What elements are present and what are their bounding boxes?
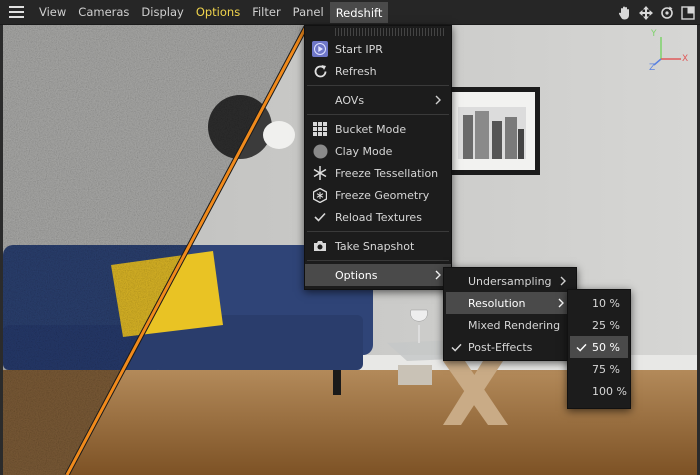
hexagon-snowflake-icon — [305, 187, 335, 203]
reload-textures-label: Reload Textures — [335, 210, 422, 224]
menu-redshift[interactable]: Redshift — [329, 2, 389, 23]
freeze-geometry-label: Freeze Geometry — [335, 188, 430, 202]
move-icon[interactable] — [638, 5, 654, 21]
start-ipr-item[interactable]: Start IPR — [305, 38, 451, 60]
aovs-item[interactable]: AOVs — [305, 89, 451, 111]
camera-icon — [305, 240, 335, 252]
checkmark-icon — [570, 343, 592, 352]
resolution-option-label: 25 % — [592, 318, 620, 332]
resolution-option-label: 75 % — [592, 362, 620, 376]
undersampling-item[interactable]: Undersampling — [444, 270, 576, 292]
options-item[interactable]: Options — [305, 264, 451, 286]
menu-display[interactable]: Display — [135, 0, 189, 25]
hand-icon[interactable] — [617, 5, 633, 21]
freeze-tessellation-item[interactable]: Freeze Tessellation — [305, 162, 451, 184]
take-snapshot-label: Take Snapshot — [335, 239, 415, 253]
mixed-rendering-item[interactable]: Mixed Rendering — [444, 314, 576, 336]
bucket-mode-item[interactable]: Bucket Mode — [305, 118, 451, 140]
start-ipr-label: Start IPR — [335, 42, 383, 56]
menu-view[interactable]: View — [33, 0, 72, 25]
axis-gizmo: Y X Z — [649, 29, 689, 74]
refresh-icon — [305, 64, 335, 79]
resolution-option-selected[interactable]: 50 % — [570, 336, 628, 358]
checkmark-icon — [305, 212, 335, 222]
grid-icon — [305, 122, 335, 136]
freeze-tessellation-label: Freeze Tessellation — [335, 166, 439, 180]
menu-filter[interactable]: Filter — [246, 0, 286, 25]
menu-separator — [307, 114, 449, 115]
hamburger-menu-icon[interactable] — [5, 0, 27, 25]
menu-separator — [307, 231, 449, 232]
resolution-option-label: 100 % — [592, 384, 627, 398]
resolution-option[interactable]: 75 % — [568, 358, 630, 380]
refresh-label: Refresh — [335, 64, 377, 78]
clay-mode-label: Clay Mode — [335, 144, 393, 158]
chevron-right-icon — [560, 276, 566, 286]
menu-separator — [307, 260, 449, 261]
menu-cameras[interactable]: Cameras — [72, 0, 135, 25]
menu-panel[interactable]: Panel — [287, 0, 330, 25]
checkmark-icon — [444, 343, 468, 352]
resolution-item[interactable]: Resolution — [446, 292, 574, 314]
post-effects-label: Post-Effects — [468, 340, 533, 354]
chevron-right-icon — [435, 95, 441, 105]
play-icon — [305, 41, 335, 57]
axis-y-label: Y — [651, 29, 657, 39]
post-effects-item[interactable]: Post-Effects — [444, 336, 576, 358]
axis-z-label: Z — [649, 63, 656, 73]
refresh-item[interactable]: Refresh — [305, 60, 451, 82]
mixed-rendering-label: Mixed Rendering — [468, 318, 561, 332]
freeze-geometry-item[interactable]: Freeze Geometry — [305, 184, 451, 206]
chevron-right-icon — [435, 270, 441, 280]
bucket-mode-label: Bucket Mode — [335, 122, 407, 136]
menu-separator — [307, 85, 449, 86]
rotate-icon[interactable] — [659, 5, 675, 21]
take-snapshot-item[interactable]: Take Snapshot — [305, 235, 451, 257]
reload-textures-item[interactable]: Reload Textures — [305, 206, 451, 228]
menu-grip[interactable] — [335, 28, 445, 36]
options-submenu: Undersampling Resolution Mixed Rendering… — [443, 267, 577, 361]
redshift-menu: Start IPR Refresh AOVs Bucket Mode Clay … — [304, 25, 452, 290]
resolution-option[interactable]: 25 % — [568, 314, 630, 336]
chevron-right-icon — [558, 298, 564, 308]
axis-x-label: X — [682, 54, 689, 64]
aovs-label: AOVs — [335, 93, 365, 107]
clay-mode-item[interactable]: Clay Mode — [305, 140, 451, 162]
resolution-option[interactable]: 10 % — [568, 292, 630, 314]
resolution-option-label: 10 % — [592, 296, 620, 310]
menu-options[interactable]: Options — [190, 0, 246, 25]
maximize-icon[interactable] — [680, 5, 696, 21]
options-label: Options — [335, 268, 378, 282]
viewport-nav-icons — [617, 0, 696, 25]
clay-sphere-icon — [305, 144, 335, 159]
undersampling-label: Undersampling — [468, 274, 552, 288]
snowflake-icon — [305, 166, 335, 180]
viewport-menubar: View Cameras Display Options Filter Pane… — [0, 0, 700, 25]
resolution-submenu: 10 % 25 % 50 % 75 % 100 % — [567, 289, 631, 409]
resolution-label: Resolution — [468, 296, 526, 310]
resolution-option[interactable]: 100 % — [568, 380, 630, 402]
resolution-option-label: 50 % — [592, 340, 620, 354]
